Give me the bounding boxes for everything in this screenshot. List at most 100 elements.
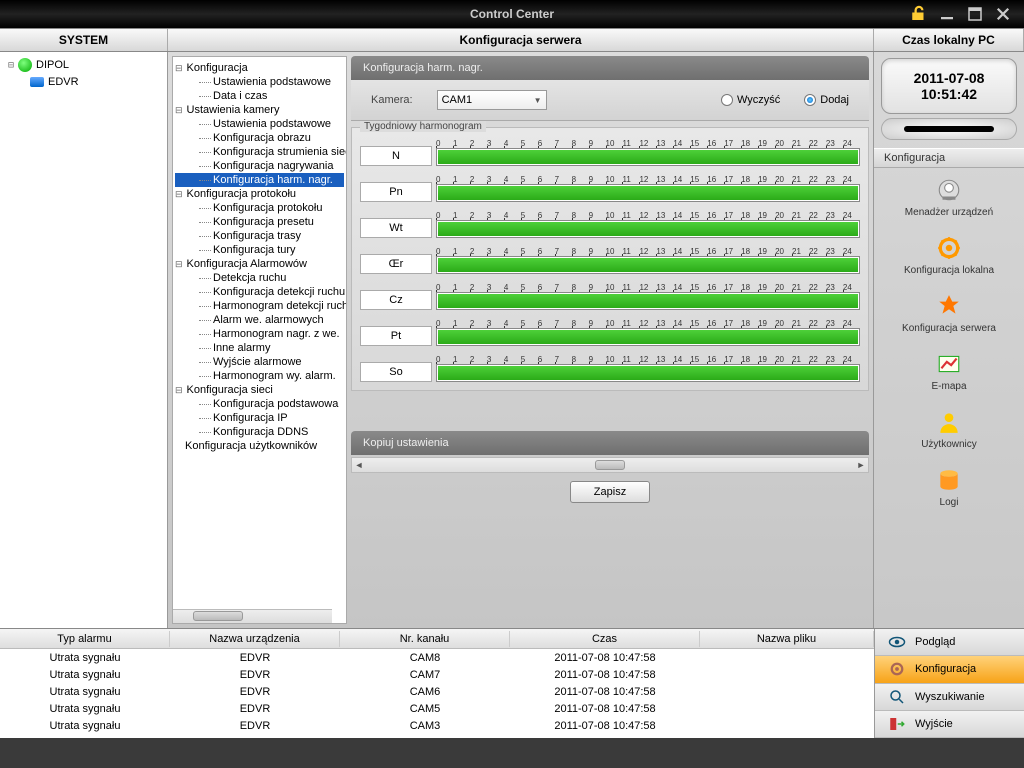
radio-add-label: Dodaj bbox=[820, 94, 849, 106]
config-tree-label: Inne alarmy bbox=[213, 342, 270, 354]
content-scrollbar-x[interactable]: ◄ ► bbox=[351, 457, 869, 473]
config-tree-label: Konfiguracja strumienia sieciowego bbox=[213, 146, 347, 158]
log-cell bbox=[700, 690, 874, 694]
config-tree[interactable]: KonfiguracjaUstawienia podstawoweData i … bbox=[172, 56, 347, 624]
clock-strip bbox=[881, 118, 1017, 140]
config-tree-label: Konfiguracja bbox=[187, 62, 248, 74]
config-tree-label: Data i czas bbox=[213, 90, 267, 102]
config-tree-item[interactable]: Harmonogram detekcji ruchu bbox=[175, 299, 344, 313]
config-tree-label: Konfiguracja nagrywania bbox=[213, 160, 333, 172]
config-tree-item[interactable]: Konfiguracja obrazu bbox=[175, 131, 344, 145]
config-tree-item[interactable]: Konfiguracja Alarmowów bbox=[175, 257, 344, 271]
log-h2: Nazwa urządzenia bbox=[170, 631, 340, 647]
config-tree-item[interactable]: Ustawienia podstawowe bbox=[175, 75, 344, 89]
rp-item-logs[interactable]: Logi bbox=[874, 458, 1024, 516]
schedule-track[interactable] bbox=[436, 184, 860, 202]
tree-scrollbar-x[interactable] bbox=[173, 609, 332, 623]
config-tree-item[interactable]: Konfiguracja harm. nagr. bbox=[175, 173, 344, 187]
schedule-box: Tygodniowy harmonogram N0123456789101112… bbox=[351, 127, 869, 391]
config-tree-label: Konfiguracja IP bbox=[213, 412, 288, 424]
device-root[interactable]: ⊟ DIPOL bbox=[4, 56, 163, 74]
right-panel: 2011-07-08 10:51:42 Konfiguracja Menadże… bbox=[874, 52, 1024, 628]
day-label: Pt bbox=[360, 326, 432, 346]
config-tree-item[interactable]: Konfiguracja trasy bbox=[175, 229, 344, 243]
rp-item-server-config[interactable]: Konfiguracja serwera bbox=[874, 284, 1024, 342]
nav-preview[interactable]: Podgląd bbox=[875, 629, 1024, 656]
config-tree-label: Harmonogram detekcji ruchu bbox=[213, 300, 347, 312]
log-cell bbox=[700, 656, 874, 660]
log-h4: Czas bbox=[510, 631, 700, 647]
config-tree-item[interactable]: Konfiguracja detekcji ruchu bbox=[175, 285, 344, 299]
radio-add[interactable]: Dodaj bbox=[804, 94, 849, 106]
config-tree-item[interactable]: Konfiguracja DDNS bbox=[175, 425, 344, 439]
log-row[interactable]: Utrata sygnałuEDVRCAM82011-07-08 10:47:5… bbox=[0, 649, 874, 666]
close-icon[interactable] bbox=[994, 5, 1012, 23]
config-tree-label: Wyjście alarmowe bbox=[213, 356, 302, 368]
config-tree-item[interactable]: Konfiguracja sieci bbox=[175, 383, 344, 397]
schedule-track[interactable] bbox=[436, 256, 860, 274]
schedule-track[interactable] bbox=[436, 328, 860, 346]
log-row[interactable]: Utrata sygnałuEDVRCAM72011-07-08 10:47:5… bbox=[0, 666, 874, 683]
rp-item-users[interactable]: Użytkownicy bbox=[874, 400, 1024, 458]
clock: 2011-07-08 10:51:42 bbox=[881, 58, 1017, 114]
log-cell: Utrata sygnału bbox=[0, 701, 170, 717]
schedule-fill bbox=[438, 222, 858, 236]
log-h3: Nr. kanału bbox=[340, 631, 510, 647]
schedule-track[interactable] bbox=[436, 148, 860, 166]
rp-item-label: E-mapa bbox=[931, 381, 966, 392]
log-table: Typ alarmu Nazwa urządzenia Nr. kanału C… bbox=[0, 629, 874, 738]
config-tree-item[interactable]: Konfiguracja podstawowa bbox=[175, 397, 344, 411]
scroll-thumb[interactable] bbox=[595, 460, 625, 470]
rp-item-emap[interactable]: E-mapa bbox=[874, 342, 1024, 400]
config-tree-item[interactable]: Harmonogram wy. alarm. bbox=[175, 369, 344, 383]
schedule-day-row: Pt01234567891011121314151617181920212223… bbox=[360, 314, 860, 346]
schedule-track[interactable] bbox=[436, 364, 860, 382]
nav-exit[interactable]: Wyjście bbox=[875, 711, 1024, 738]
schedule-track[interactable] bbox=[436, 220, 860, 238]
log-cell: 2011-07-08 10:47:58 bbox=[510, 684, 700, 700]
device-child[interactable]: EDVR bbox=[4, 74, 163, 90]
nav-label: Wyszukiwanie bbox=[915, 691, 985, 703]
log-cell: 2011-07-08 10:47:58 bbox=[510, 718, 700, 734]
config-tree-item[interactable]: Harmonogram nagr. z we. bbox=[175, 327, 344, 341]
config-tree-item[interactable]: Konfiguracja tury bbox=[175, 243, 344, 257]
camera-select[interactable]: CAM1 bbox=[437, 90, 547, 110]
config-tree-item[interactable]: Konfiguracja protokołu bbox=[175, 187, 344, 201]
config-tree-item[interactable]: Ustawienia podstawowe bbox=[175, 117, 344, 131]
config-tree-item[interactable]: Konfiguracja protokołu bbox=[175, 201, 344, 215]
config-tree-item[interactable]: Alarm we. alarmowych bbox=[175, 313, 344, 327]
config-tree-item[interactable]: Konfiguracja nagrywania bbox=[175, 159, 344, 173]
rp-item-device-manager[interactable]: Menadżer urządzeń bbox=[874, 168, 1024, 226]
nav-config[interactable]: Konfiguracja bbox=[875, 656, 1024, 683]
log-row[interactable]: Utrata sygnałuEDVRCAM52011-07-08 10:47:5… bbox=[0, 700, 874, 717]
config-tree-item[interactable]: Konfiguracja IP bbox=[175, 411, 344, 425]
log-cell: EDVR bbox=[170, 684, 340, 700]
config-tree-item[interactable]: Data i czas bbox=[175, 89, 344, 103]
minimize-icon[interactable] bbox=[938, 5, 956, 23]
hour-ticks: 0123456789101112131415161718192021222324 bbox=[436, 208, 860, 220]
log-row[interactable]: Utrata sygnałuEDVRCAM62011-07-08 10:47:5… bbox=[0, 683, 874, 700]
schedule-day-row: Pn01234567891011121314151617181920212223… bbox=[360, 170, 860, 202]
header-row: SYSTEM Konfiguracja serwera Czas lokalny… bbox=[0, 28, 1024, 52]
maximize-icon[interactable] bbox=[966, 5, 984, 23]
log-row[interactable]: Utrata sygnałuEDVRCAM32011-07-08 10:47:5… bbox=[0, 717, 874, 734]
config-tree-item[interactable]: Konfiguracja użytkowników bbox=[175, 439, 344, 453]
rp-item-local-config[interactable]: Konfiguracja lokalna bbox=[874, 226, 1024, 284]
config-tree-item[interactable]: Inne alarmy bbox=[175, 341, 344, 355]
day-label: So bbox=[360, 362, 432, 382]
config-tree-item[interactable]: Konfiguracja strumienia sieciowego bbox=[175, 145, 344, 159]
schedule-track[interactable] bbox=[436, 292, 860, 310]
lock-icon[interactable] bbox=[910, 5, 928, 23]
radio-clear[interactable]: Wyczyść bbox=[721, 94, 780, 106]
header-right: Czas lokalny PC bbox=[874, 29, 1024, 51]
scroll-right-icon[interactable]: ► bbox=[854, 460, 868, 470]
nav-search[interactable]: Wyszukiwanie bbox=[875, 684, 1024, 711]
config-tree-item[interactable]: Konfiguracja presetu bbox=[175, 215, 344, 229]
config-tree-item[interactable]: Ustawienia kamery bbox=[175, 103, 344, 117]
config-tree-item[interactable]: Detekcja ruchu bbox=[175, 271, 344, 285]
config-tree-item[interactable]: Konfiguracja bbox=[175, 61, 344, 75]
config-tree-item[interactable]: Wyjście alarmowe bbox=[175, 355, 344, 369]
save-button[interactable]: Zapisz bbox=[570, 481, 650, 503]
schedule-day-row: Wt01234567891011121314151617181920212223… bbox=[360, 206, 860, 238]
scroll-left-icon[interactable]: ◄ bbox=[352, 460, 366, 470]
